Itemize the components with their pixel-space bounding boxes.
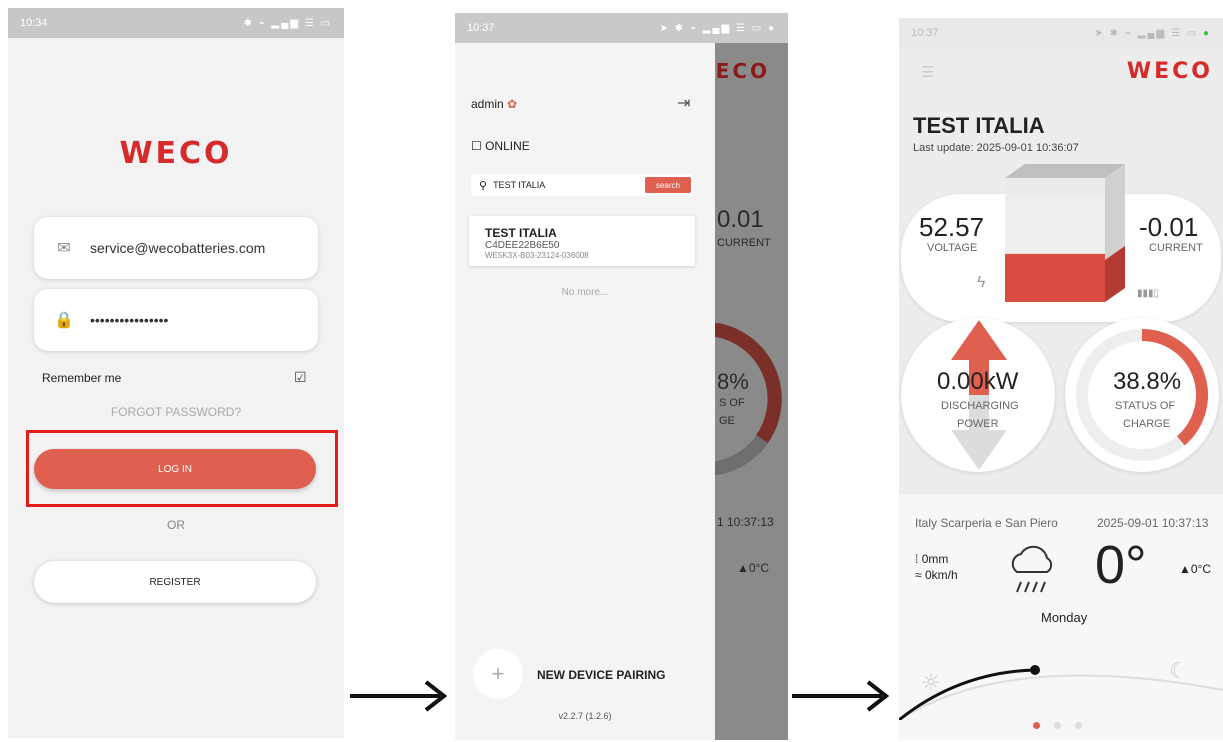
device-id: C4DEE22B6E50	[485, 240, 560, 251]
battery-level-fill	[1005, 253, 1105, 302]
voltage-label: VOLTAGE	[927, 242, 978, 254]
add-device-icon[interactable]: +	[473, 649, 523, 699]
status-icons: ✱ ⌁ ▂▄▆ ☰ ▭	[243, 17, 332, 29]
weather-panel: Italy Scarperia e San Piero 2025-09-01 1…	[899, 494, 1223, 740]
status-icons: ➤ ✱ ⌁ ▂▄▆ ☰ ▭ ●	[1094, 27, 1211, 39]
power-label-2: POWER	[957, 418, 999, 430]
search-icon: ⚲	[479, 179, 488, 192]
bg-temperature: ▲0°C	[737, 561, 770, 575]
wind-icon: ≈	[915, 568, 922, 582]
power-value: 0.00kW	[937, 368, 1019, 395]
current-label: CURRENT	[1149, 242, 1203, 254]
rain-value: 0mm	[921, 552, 949, 566]
status-icons: ➤ ✱ ⌁ ▂▄▆ ☰ ▭ ●	[659, 22, 776, 34]
flow-arrow-2	[792, 680, 890, 712]
weather-location: Italy Scarperia e San Piero	[915, 516, 1058, 530]
battery-small-icon: ▮▮▮▯	[1137, 288, 1160, 299]
device-search-bar[interactable]: ⚲ TEST ITALIA search	[471, 174, 693, 196]
last-update-value: 2025-09-01 10:36:07	[976, 142, 1079, 154]
status-bar: 10:34 ✱ ⌁ ▂▄▆ ☰ ▭	[8, 8, 344, 38]
status-time: 10:34	[20, 17, 48, 29]
power-label-1: DISCHARGING	[941, 400, 1019, 412]
temperature-small: ▲0°C	[1179, 562, 1212, 576]
lock-icon: 🔒	[54, 312, 74, 329]
bg-soc-value: 8%	[717, 369, 749, 394]
bg-current-label: CURRENT	[717, 237, 771, 249]
email-input[interactable]	[88, 239, 302, 257]
password-input[interactable]	[88, 311, 302, 329]
forgot-password-link[interactable]: FORGOT PASSWORD?	[8, 405, 344, 419]
wind-value: 0km/h	[924, 568, 958, 582]
status-bar: 10:37 ➤ ✱ ⌁ ▂▄▆ ☰ ▭ ●	[899, 18, 1223, 48]
svg-text:☼: ☼	[921, 671, 941, 696]
status-bar: 10:37 ➤ ✱ ⌁ ▂▄▆ ☰ ▭ ●	[455, 13, 788, 43]
bg-soc-label-1: S OF	[719, 397, 745, 409]
device-search-input[interactable]: TEST ITALIA	[493, 180, 545, 190]
page-indicator[interactable]	[1033, 716, 1096, 734]
menu-icon[interactable]: ☰	[921, 63, 934, 81]
logout-icon[interactable]: ⇥	[677, 93, 690, 113]
battery-graphic	[1005, 164, 1125, 302]
bolt-icon: ϟ	[977, 274, 986, 291]
device-title: TEST ITALIA	[913, 113, 1045, 138]
device-name: TEST ITALIA	[485, 226, 557, 240]
remember-me-checkbox[interactable]: ☑	[294, 369, 307, 386]
svg-text:☾: ☾	[1169, 659, 1189, 684]
app-version: v2.2.7 (1.2.6)	[558, 711, 612, 721]
temperature-large: 0°	[1095, 535, 1147, 595]
login-highlight-box	[26, 430, 338, 507]
online-label: ONLINE	[485, 139, 530, 153]
bg-soc-label-2: GE	[719, 415, 735, 427]
user-name: admin ✿	[471, 97, 517, 111]
bg-current-value: 0.01	[717, 206, 764, 233]
flow-arrow-1	[350, 680, 448, 712]
or-divider: OR	[167, 518, 185, 532]
rain-cloud-icon	[1011, 545, 1053, 593]
search-button[interactable]: search	[645, 177, 691, 193]
soc-value: 38.8%	[1113, 368, 1182, 395]
weather-time: 2025-09-01 10:37:13	[1097, 516, 1209, 530]
mail-icon: ✉	[57, 240, 71, 257]
rain-icon: ⁞	[915, 552, 919, 566]
sun-path-graphic: ☼ ☾	[899, 659, 1223, 720]
status-time: 10:37	[467, 22, 495, 34]
dashboard-screen: 10:37 ➤ ✱ ⌁ ▂▄▆ ☰ ▭ ● ☰ WECO TEST ITALIA…	[899, 18, 1223, 740]
last-update-label: Last update:	[913, 142, 974, 154]
last-update: Last update: 2025-09-01 10:36:07	[913, 142, 1079, 154]
rain-readout: ⁞ 0mm	[915, 552, 948, 566]
online-filter[interactable]: ☐ ONLINE	[471, 139, 530, 153]
settings-gear-icon[interactable]: ✿	[507, 97, 517, 111]
device-serial: WE5K3X-B03-23124-036008	[485, 251, 589, 260]
weco-logo: WECO	[1126, 59, 1213, 84]
device-list-item[interactable]: TEST ITALIA C4DEE22B6E50 WE5K3X-B03-2312…	[469, 216, 695, 266]
new-device-pairing-button[interactable]: NEW DEVICE PAIRING	[537, 668, 665, 682]
weco-logo: WECO	[119, 136, 233, 171]
user-name-text: admin	[471, 97, 504, 111]
register-button[interactable]: REGISTER	[34, 561, 316, 603]
password-field[interactable]: 🔒	[34, 289, 318, 351]
soc-label-1: STATUS OF	[1115, 400, 1176, 412]
voltage-value: 52.57	[919, 212, 985, 242]
device-list-screen: 10:37 ➤ ✱ ⌁ ▂▄▆ ☰ ▭ ● WECO 0.01 CURRENT …	[455, 13, 788, 740]
status-time: 10:37	[911, 27, 939, 39]
bg-weather-time: 1 10:37:13	[717, 515, 774, 529]
login-screen: 10:34 ✱ ⌁ ▂▄▆ ☰ ▭ WECO ✉ 🔒 Remember me ☑…	[8, 8, 344, 738]
side-drawer: admin ✿ ⇥ ☐ ONLINE ⚲ TEST ITALIA search …	[455, 13, 715, 740]
no-more-label: No more...	[561, 287, 609, 298]
weekday-label: Monday	[1041, 610, 1088, 625]
email-field[interactable]: ✉	[34, 217, 318, 279]
remember-me-label: Remember me	[42, 371, 122, 385]
wind-readout: ≈ 0km/h	[915, 568, 958, 582]
soc-label-2: CHARGE	[1123, 418, 1171, 430]
current-value: -0.01	[1139, 212, 1199, 242]
